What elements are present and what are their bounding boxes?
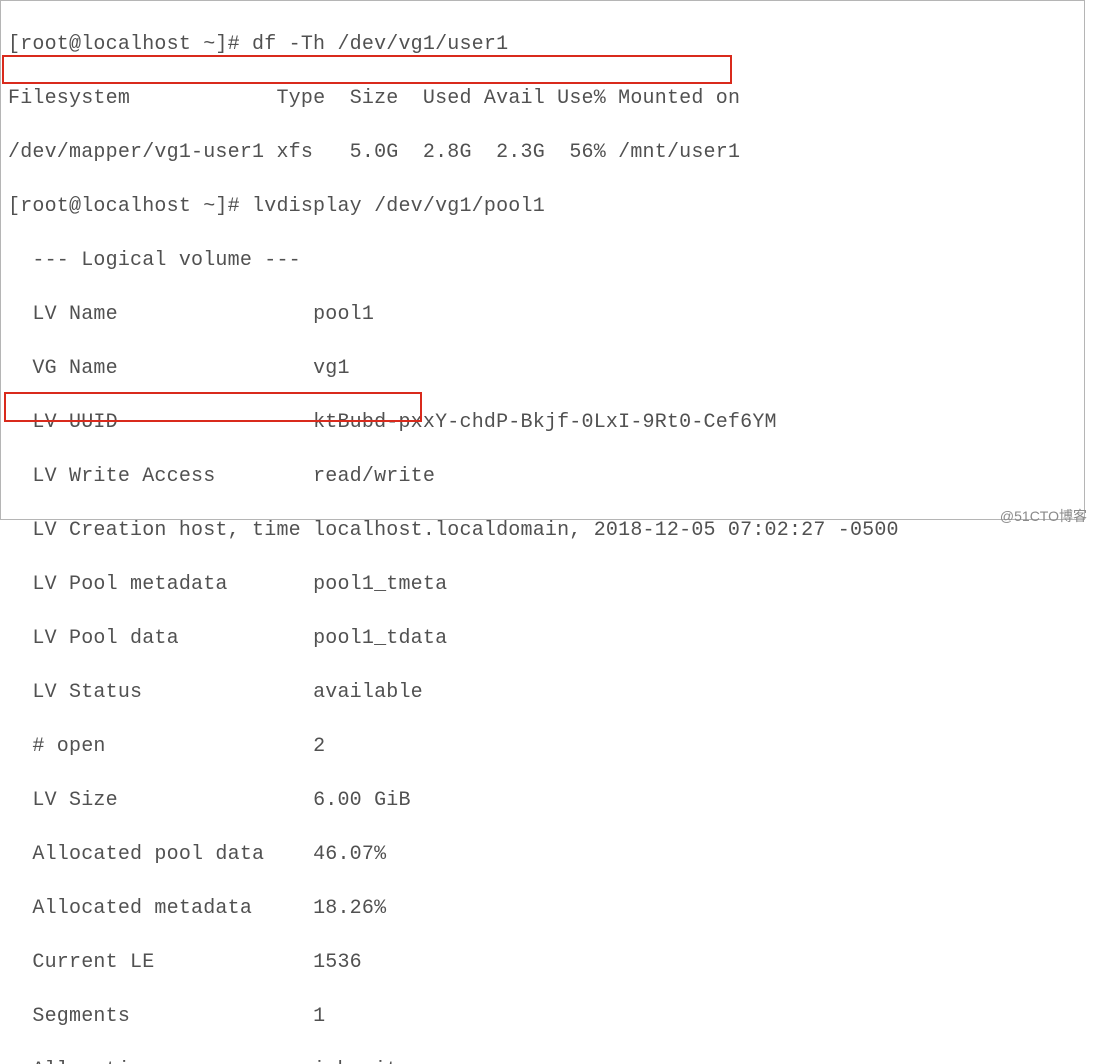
- lv-label: Current LE: [8, 951, 154, 974]
- col-size: Size: [350, 87, 399, 110]
- lv-value: available: [313, 681, 423, 704]
- watermark-text: @51CTO博客: [1000, 507, 1087, 526]
- lv-value: 1: [313, 1005, 325, 1028]
- lv-row: LV Name pool1: [8, 301, 1091, 328]
- lv-label: LV Pool metadata: [8, 573, 228, 596]
- prompt-line-2: [root@localhost ~]# lvdisplay /dev/vg1/p…: [8, 193, 1091, 220]
- lv-label: Allocation: [8, 1059, 154, 1064]
- lv-header: --- Logical volume ---: [8, 247, 1091, 274]
- lv-row: Allocation inherit: [8, 1057, 1091, 1064]
- lv-value: localhost.localdomain, 2018-12-05 07:02:…: [313, 519, 899, 542]
- col-usepct: Use%: [557, 87, 606, 110]
- command-text: df -Th /dev/vg1/user1: [252, 33, 508, 56]
- lv-label: # open: [8, 735, 106, 758]
- lv-row: Allocated metadata 18.26%: [8, 895, 1091, 922]
- lv-row: LV Pool data pool1_tdata: [8, 625, 1091, 652]
- lv-label: LV UUID: [8, 411, 118, 434]
- lv-value: read/write: [313, 465, 435, 488]
- lv-label: Allocated metadata: [8, 897, 252, 920]
- lv-value: 1536: [313, 951, 362, 974]
- val-used: 2.8G: [423, 141, 472, 164]
- val-mounted: /mnt/user1: [618, 141, 740, 164]
- col-avail: Avail: [484, 87, 545, 110]
- lv-label: Allocated pool data: [8, 843, 264, 866]
- lv-row: VG Name vg1: [8, 355, 1091, 382]
- val-avail: 2.3G: [496, 141, 545, 164]
- lv-label: Segments: [8, 1005, 130, 1028]
- df-header-line: Filesystem Type Size Used Avail Use% Mou…: [8, 85, 1091, 112]
- val-size: 5.0G: [350, 141, 399, 164]
- lv-row: LV Write Access read/write: [8, 463, 1091, 490]
- lv-value: pool1_tmeta: [313, 573, 447, 596]
- col-used: Used: [423, 87, 472, 110]
- prompt-text: [root@localhost ~]#: [8, 33, 240, 56]
- lv-value: 2: [313, 735, 325, 758]
- lv-label: VG Name: [8, 357, 118, 380]
- col-mounted: Mounted on: [618, 87, 740, 110]
- val-usepct: 56%: [569, 141, 606, 164]
- prompt-text: [root@localhost ~]#: [8, 195, 240, 218]
- lv-row: LV Pool metadata pool1_tmeta: [8, 571, 1091, 598]
- prompt-line-1: [root@localhost ~]# df -Th /dev/vg1/user…: [8, 31, 1091, 58]
- lv-value: pool1_tdata: [313, 627, 447, 650]
- lv-row: Allocated pool data 46.07%: [8, 841, 1091, 868]
- lv-row: LV Size 6.00 GiB: [8, 787, 1091, 814]
- lv-row: LV Status available: [8, 679, 1091, 706]
- val-filesystem: /dev/mapper/vg1-user1: [8, 141, 264, 164]
- val-type: xfs: [276, 141, 313, 164]
- lv-label: LV Size: [8, 789, 118, 812]
- lv-row: LV Creation host, time localhost.localdo…: [8, 517, 1091, 544]
- col-filesystem: Filesystem: [8, 87, 130, 110]
- lv-row: # open 2: [8, 733, 1091, 760]
- lv-label: LV Write Access: [8, 465, 215, 488]
- terminal-output: [root@localhost ~]# df -Th /dev/vg1/user…: [6, 4, 1091, 1064]
- lv-label: LV Pool data: [8, 627, 179, 650]
- lv-label: LV Status: [8, 681, 142, 704]
- lv-value: 6.00 GiB: [313, 789, 411, 812]
- command-text: lvdisplay /dev/vg1/pool1: [252, 195, 545, 218]
- lv-value: ktBubd-pxxY-chdP-Bkjf-0LxI-9Rt0-Cef6YM: [313, 411, 777, 434]
- lv-row: LV UUID ktBubd-pxxY-chdP-Bkjf-0LxI-9Rt0-…: [8, 409, 1091, 436]
- lv-row: Current LE 1536: [8, 949, 1091, 976]
- lv-value: vg1: [313, 357, 350, 380]
- lv-label: LV Creation host, time: [8, 519, 301, 542]
- lv-value: 46.07%: [313, 843, 386, 866]
- col-type: Type: [276, 87, 325, 110]
- lv-label: LV Name: [8, 303, 118, 326]
- lv-row: Segments 1: [8, 1003, 1091, 1030]
- lv-value: pool1: [313, 303, 374, 326]
- df-row-line: /dev/mapper/vg1-user1 xfs 5.0G 2.8G 2.3G…: [8, 139, 1091, 166]
- lv-value: inherit: [313, 1059, 398, 1064]
- lv-value: 18.26%: [313, 897, 386, 920]
